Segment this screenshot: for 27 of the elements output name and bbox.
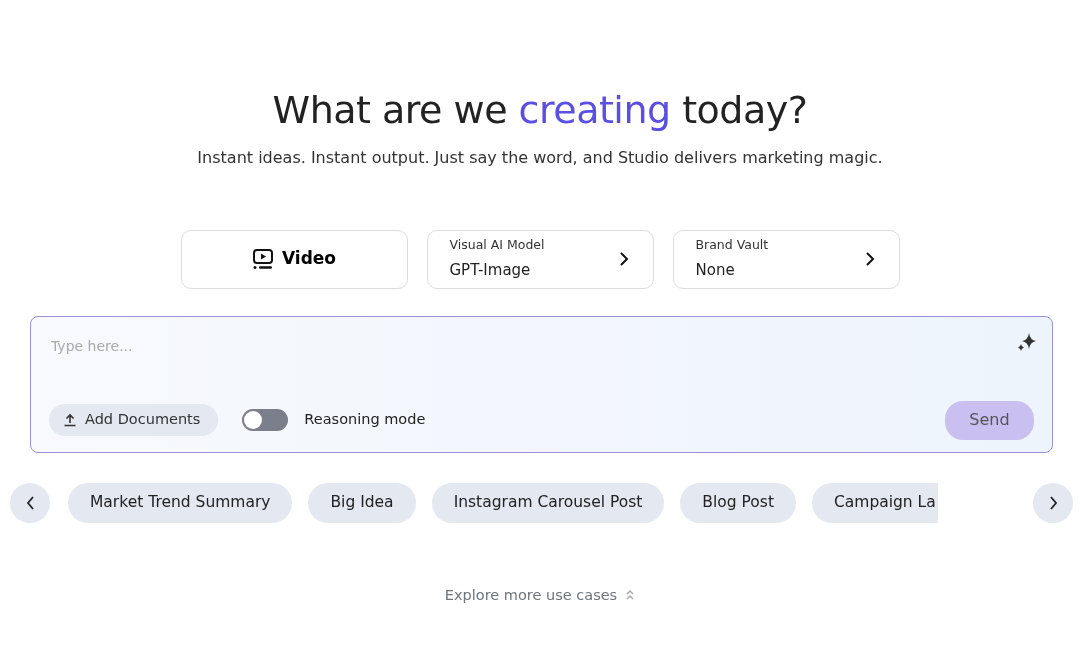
chevron-right-icon (1048, 495, 1058, 510)
toggle-label: Reasoning mode (304, 410, 426, 430)
page-heading: What are we creating today? (271, 88, 809, 134)
suggestion-chip[interactable]: Instagram Carousel Post (431, 482, 665, 523)
chevron-right-icon (618, 251, 629, 268)
selector-label: Brand Vault (695, 236, 769, 255)
explore-link[interactable]: Explore more use cases (444, 584, 618, 607)
prompt-input[interactable]: Type here... (49, 334, 936, 358)
selector-value: None (695, 260, 736, 282)
add-documents-button[interactable]: Add Documents (49, 404, 219, 437)
upload-icon (63, 413, 77, 428)
video-icon (251, 248, 274, 271)
toggle-switch[interactable] (242, 409, 289, 432)
suggestion-chip[interactable]: Market Trend Summary (68, 482, 293, 523)
selector-value: GPT-Image (449, 260, 532, 282)
chevron-left-icon (25, 495, 35, 510)
selector-button[interactable]: Visual AI Model GPT-Image (426, 229, 654, 289)
selector-button[interactable]: Brand Vault None (672, 229, 900, 289)
suggestion-chip[interactable]: Campaign La (811, 482, 938, 523)
suggestion-chip[interactable]: Big Idea (308, 482, 416, 523)
chevron-right-icon (864, 251, 875, 268)
selector-label: Visual AI Model (449, 236, 545, 255)
next-button[interactable] (1033, 482, 1073, 523)
video-button[interactable]: Video (180, 229, 408, 289)
page-subheading: Instant ideas. Instant output. Just say the word, and Studio delivers marketing magic. (196, 146, 884, 169)
suggestion-chip[interactable]: Blog Post (680, 482, 796, 523)
previous-button[interactable] (10, 482, 50, 523)
